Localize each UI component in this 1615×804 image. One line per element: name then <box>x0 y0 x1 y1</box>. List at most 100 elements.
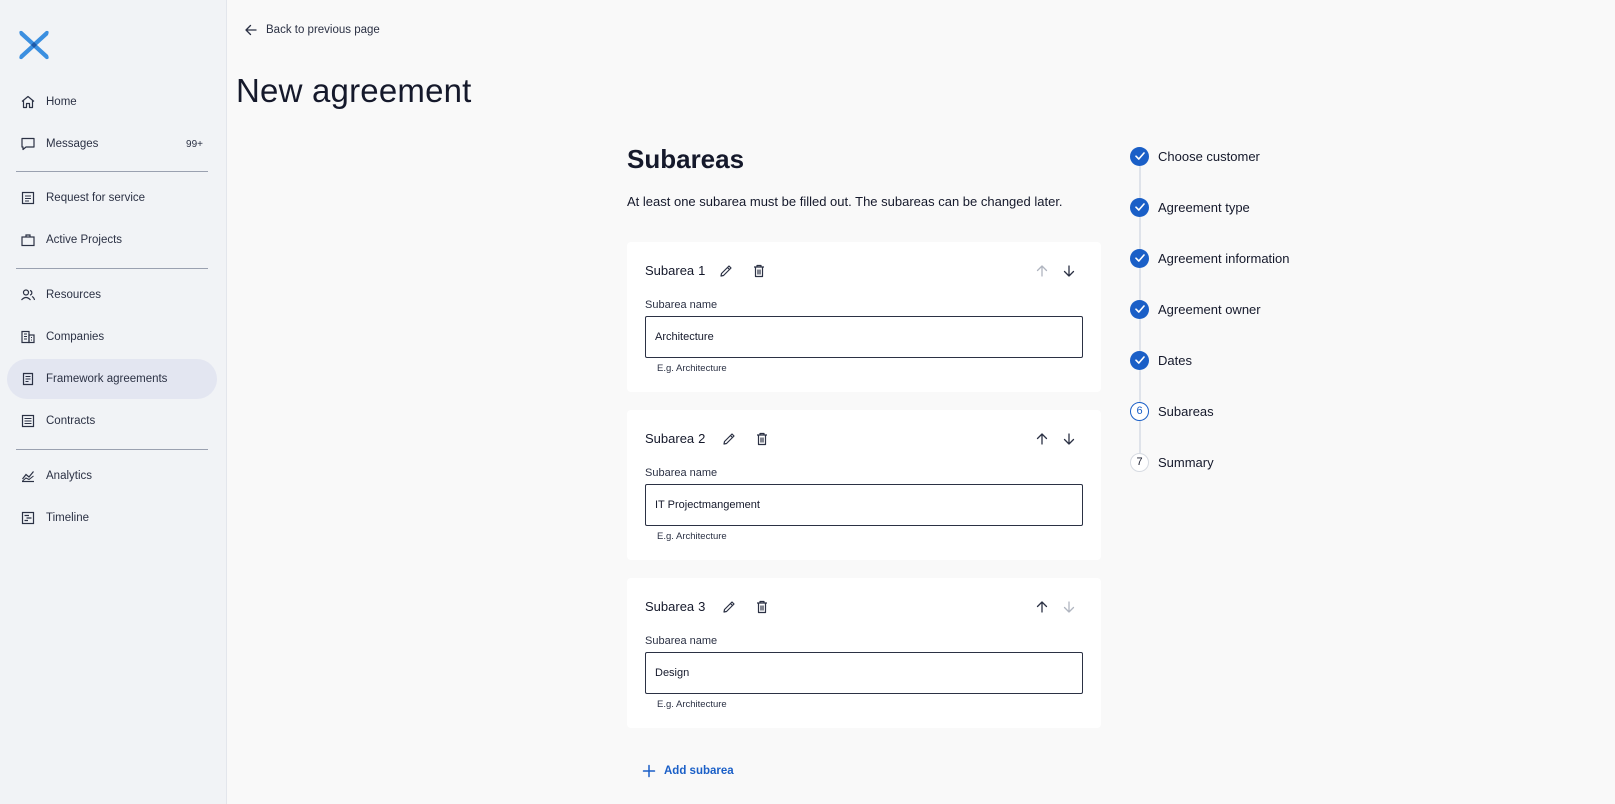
subarea-card: Subarea2 Subarea name E.g. Architecture <box>627 410 1101 560</box>
step-label: Agreement type <box>1158 199 1250 215</box>
sidebar-item-label: Active Projects <box>46 234 123 246</box>
step-connector <box>1139 268 1141 300</box>
subarea-title: Subarea 3 <box>645 599 705 614</box>
subarea-title: Subarea 1 <box>645 263 705 278</box>
move-down-icon[interactable] <box>1060 598 1078 616</box>
subarea-title-text: Subarea <box>645 263 695 278</box>
sidebar-item-label: Home <box>46 96 77 108</box>
subarea-name-input[interactable] <box>645 652 1083 694</box>
list-icon <box>20 413 36 429</box>
check-icon <box>1130 299 1149 319</box>
sidebar-item-label: Analytics <box>46 470 93 482</box>
subarea-name-hint: E.g. Architecture <box>657 531 727 542</box>
step-choose-customer[interactable]: Choose customer <box>1130 146 1260 166</box>
step-dates[interactable]: Dates <box>1130 350 1192 370</box>
sidebar-item-home[interactable]: Home <box>7 82 217 122</box>
sidebar-item-label: Framework agreements <box>46 373 168 385</box>
home-icon <box>20 94 36 110</box>
sidebar-item-request-for-service[interactable]: Request for service <box>7 178 217 218</box>
back-link-label: Back to previous page <box>266 24 380 36</box>
sidebar-item-label: Contracts <box>46 415 96 427</box>
edit-icon[interactable] <box>720 598 738 616</box>
step-label: Dates <box>1158 352 1192 368</box>
step-label: Subareas <box>1158 403 1214 419</box>
logo-icon[interactable] <box>17 28 51 62</box>
step-connector <box>1139 166 1141 198</box>
subarea-name-label: Subarea name <box>645 299 718 311</box>
message-icon <box>20 136 36 152</box>
step-label: Agreement information <box>1158 250 1290 266</box>
step-connector <box>1139 217 1141 249</box>
page-title: New agreement <box>236 72 472 109</box>
step-summary[interactable]: 7 Summary <box>1130 452 1214 472</box>
subarea-title: Subarea 2 <box>645 431 705 446</box>
sidebar-item-framework-agreements[interactable]: Framework agreements <box>7 359 217 399</box>
message-count-badge: 99+ <box>186 138 203 150</box>
sidebar-item-messages[interactable]: Messages 99+ <box>7 124 217 164</box>
step-label: Summary <box>1158 454 1214 470</box>
plus-icon <box>642 764 656 778</box>
delete-icon[interactable] <box>753 430 771 448</box>
subarea-card: Subarea1 Subarea name E.g. Architecture <box>627 242 1101 392</box>
subarea-name-input[interactable] <box>645 484 1083 526</box>
sidebar-item-label: Resources <box>46 289 101 301</box>
briefcase-icon <box>20 232 36 248</box>
sidebar-item-active-projects[interactable]: Active Projects <box>7 220 217 260</box>
request-icon <box>20 190 36 206</box>
add-subarea-label: Add subarea <box>664 765 734 777</box>
subarea-name-hint: E.g. Architecture <box>657 699 727 710</box>
edit-icon[interactable] <box>720 430 738 448</box>
sidebar: Home Messages 99+ Request for service Ac… <box>0 0 227 804</box>
move-down-icon[interactable] <box>1060 262 1078 280</box>
step-label: Choose customer <box>1158 148 1260 164</box>
subarea-name-label: Subarea name <box>645 635 718 647</box>
subarea-card: Subarea3 Subarea name E.g. Architecture <box>627 578 1101 728</box>
move-up-icon[interactable] <box>1033 598 1051 616</box>
section-description: At least one subarea must be filled out.… <box>627 194 1063 209</box>
check-icon <box>1130 350 1149 370</box>
delete-icon[interactable] <box>750 262 768 280</box>
edit-icon[interactable] <box>717 262 735 280</box>
sidebar-divider <box>16 268 208 269</box>
step-agreement-type[interactable]: Agreement type <box>1130 197 1250 217</box>
sidebar-divider <box>16 449 208 450</box>
step-connector <box>1139 421 1141 453</box>
subarea-number: 2 <box>698 431 706 446</box>
sidebar-item-label: Timeline <box>46 512 90 524</box>
sidebar-item-resources[interactable]: Resources <box>7 275 217 315</box>
back-link[interactable]: Back to previous page <box>243 21 380 39</box>
move-up-icon[interactable] <box>1033 430 1051 448</box>
add-subarea-button[interactable]: Add subarea <box>642 764 734 778</box>
subarea-name-label: Subarea name <box>645 467 718 479</box>
sidebar-item-label: Messages <box>46 138 99 150</box>
arrow-left-icon <box>245 24 257 36</box>
delete-icon[interactable] <box>753 598 771 616</box>
users-icon <box>20 287 36 303</box>
document-icon <box>20 371 36 387</box>
step-connector <box>1139 319 1141 351</box>
building-icon <box>20 329 36 345</box>
sidebar-item-contracts[interactable]: Contracts <box>7 401 217 441</box>
subarea-name-input[interactable] <box>645 316 1083 358</box>
chart-icon <box>20 468 36 484</box>
sidebar-item-label: Request for service <box>46 192 146 204</box>
step-agreement-owner[interactable]: Agreement owner <box>1130 299 1261 319</box>
sidebar-item-companies[interactable]: Companies <box>7 317 217 357</box>
step-number: 6 <box>1130 401 1149 421</box>
sidebar-item-analytics[interactable]: Analytics <box>7 456 217 496</box>
step-agreement-information[interactable]: Agreement information <box>1130 248 1290 268</box>
sidebar-divider <box>16 171 208 172</box>
sidebar-item-timeline[interactable]: Timeline <box>7 498 217 538</box>
move-down-icon[interactable] <box>1060 430 1078 448</box>
timeline-icon <box>20 510 36 526</box>
subarea-number: 1 <box>698 263 706 278</box>
step-label: Agreement owner <box>1158 301 1261 317</box>
step-connector <box>1139 370 1141 402</box>
subarea-title-text: Subarea <box>645 431 695 446</box>
move-up-icon[interactable] <box>1033 262 1051 280</box>
sidebar-item-label: Companies <box>46 331 105 343</box>
subarea-title-text: Subarea <box>645 599 695 614</box>
check-icon <box>1130 197 1149 217</box>
check-icon <box>1130 248 1149 268</box>
step-subareas[interactable]: 6 Subareas <box>1130 401 1214 421</box>
